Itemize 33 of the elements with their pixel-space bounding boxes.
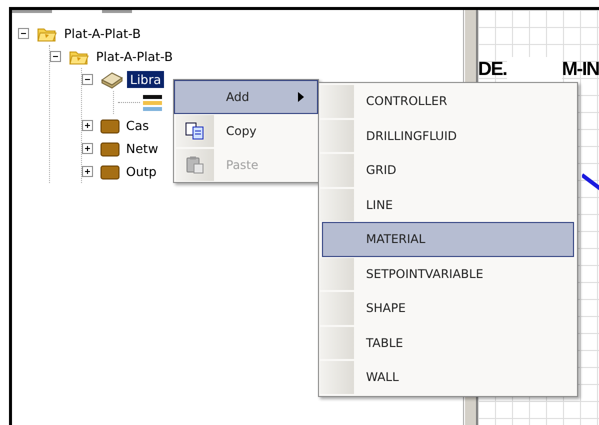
menu-item[interactable]: LINE xyxy=(322,188,574,222)
folder-icon xyxy=(100,140,120,156)
canvas-label: M-IN xyxy=(562,59,599,81)
copy-icon xyxy=(185,122,205,140)
tree-item[interactable]: Plat-A-Plat-B xyxy=(93,48,176,65)
expand-icon[interactable] xyxy=(82,166,93,177)
paste-icon xyxy=(185,156,205,174)
menu-item[interactable]: Add xyxy=(174,80,318,114)
folder-icon xyxy=(100,118,120,134)
tree-item[interactable]: Outp xyxy=(123,163,160,180)
collapse-icon[interactable] xyxy=(82,74,93,85)
menu-item[interactable]: MATERIAL xyxy=(322,222,574,256)
menu-item[interactable]: CONTROLLER xyxy=(322,84,574,118)
menu-item[interactable]: DRILLINGFLUID xyxy=(322,118,574,153)
collapse-icon[interactable] xyxy=(18,28,29,39)
color-stripes-icon xyxy=(143,94,163,112)
menu-item[interactable]: GRID xyxy=(322,153,574,188)
menu-item[interactable]: SHAPE xyxy=(322,291,574,326)
folder-icon xyxy=(100,164,120,180)
collapse-icon[interactable] xyxy=(50,51,61,62)
tree-item[interactable]: Cas xyxy=(123,117,152,134)
expand-icon[interactable] xyxy=(82,120,93,131)
tree-item[interactable]: Libra xyxy=(127,71,164,88)
book-icon xyxy=(100,70,124,88)
menu-item[interactable]: SETPOINTVARIABLE xyxy=(322,256,574,291)
tree-item[interactable]: Netw xyxy=(123,140,162,157)
canvas-label: DE. xyxy=(478,59,507,81)
tree-item[interactable]: Plat-A-Plat-B xyxy=(61,25,144,42)
expand-icon[interactable] xyxy=(82,143,93,154)
menu-item[interactable]: WALL xyxy=(322,360,574,394)
submenu-arrow-icon xyxy=(297,92,305,102)
menu-item[interactable]: TABLE xyxy=(322,326,574,360)
menu-item[interactable]: Copy xyxy=(174,114,318,148)
